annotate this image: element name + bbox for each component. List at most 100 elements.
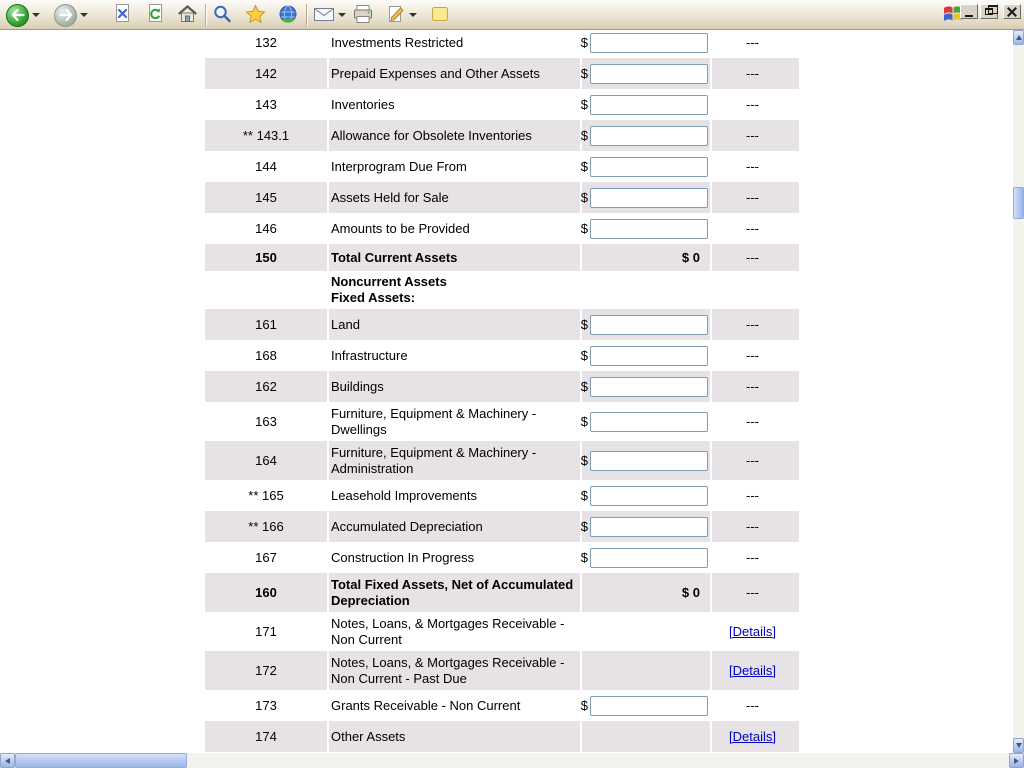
line-number: 171 bbox=[205, 612, 327, 651]
amount-input-173[interactable] bbox=[590, 696, 708, 716]
line-number: 142 bbox=[205, 58, 327, 89]
table-row-132: 132Investments Restricted$--- bbox=[205, 30, 799, 58]
amount-input-162[interactable] bbox=[590, 377, 708, 397]
dashes: --- bbox=[746, 519, 759, 534]
horizontal-scrollbar[interactable] bbox=[0, 753, 1024, 768]
back-dropdown-icon[interactable] bbox=[32, 13, 40, 17]
mail-button[interactable] bbox=[313, 3, 346, 27]
edit-button[interactable] bbox=[386, 3, 417, 27]
back-button[interactable] bbox=[6, 3, 40, 27]
line-number: ** 143.1 bbox=[205, 120, 327, 151]
details-link-171[interactable]: [Details] bbox=[729, 624, 776, 639]
value-cell: $ bbox=[580, 120, 710, 151]
amount-input-161[interactable] bbox=[590, 315, 708, 335]
details-link-174[interactable]: [Details] bbox=[729, 729, 776, 744]
amount-input-146[interactable] bbox=[590, 219, 708, 239]
tail-cell: --- bbox=[710, 244, 793, 271]
section-subheading: Fixed Assets: bbox=[331, 290, 415, 306]
value-cell: $ bbox=[580, 511, 710, 542]
amount-input-143.1[interactable] bbox=[590, 126, 708, 146]
amount-input-143[interactable] bbox=[590, 95, 708, 115]
table-row-144: 144Interprogram Due From$--- bbox=[205, 151, 799, 182]
vertical-scroll-thumb[interactable] bbox=[1013, 187, 1024, 219]
media-button[interactable] bbox=[278, 3, 298, 27]
minimize-button[interactable] bbox=[960, 4, 978, 19]
line-number: 144 bbox=[205, 151, 327, 182]
line-number: 162 bbox=[205, 371, 327, 402]
amount-input-166[interactable] bbox=[590, 517, 708, 537]
horizontal-scroll-thumb[interactable] bbox=[15, 753, 187, 768]
currency-symbol: $ bbox=[581, 379, 588, 394]
table-row-section: Noncurrent AssetsFixed Assets: bbox=[205, 271, 799, 309]
tail-cell: --- bbox=[710, 89, 793, 120]
tail-cell: --- bbox=[710, 511, 793, 542]
line-description: Land bbox=[327, 309, 580, 340]
details-link-172[interactable]: [Details] bbox=[729, 663, 776, 678]
amount-input-132[interactable] bbox=[590, 33, 708, 53]
home-button[interactable] bbox=[177, 3, 198, 27]
table-row-167: 167Construction In Progress$--- bbox=[205, 542, 799, 573]
line-description: Construction In Progress bbox=[327, 542, 580, 573]
value-cell: $ bbox=[580, 441, 710, 480]
forward-button[interactable] bbox=[54, 3, 88, 27]
restore-button[interactable] bbox=[980, 4, 998, 19]
tail-cell bbox=[710, 271, 793, 309]
line-number: 163 bbox=[205, 402, 327, 441]
amount-input-145[interactable] bbox=[590, 188, 708, 208]
amount-input-167[interactable] bbox=[590, 548, 708, 568]
vertical-scrollbar[interactable] bbox=[1013, 30, 1024, 753]
table-row-162: 162Buildings$--- bbox=[205, 371, 799, 402]
currency-symbol: $ bbox=[581, 453, 588, 468]
table-row-166: ** 166Accumulated Depreciation$--- bbox=[205, 511, 799, 542]
line-description: Investments Restricted bbox=[327, 30, 580, 58]
dashes: --- bbox=[746, 159, 759, 174]
forward-dropdown-icon[interactable] bbox=[80, 13, 88, 17]
value-cell: $ bbox=[580, 213, 710, 244]
print-icon bbox=[352, 4, 374, 27]
currency-symbol: $ bbox=[581, 348, 588, 363]
close-button[interactable] bbox=[1003, 4, 1021, 19]
refresh-button[interactable] bbox=[145, 3, 165, 27]
amount-input-164[interactable] bbox=[590, 451, 708, 471]
table-row-168: 168Infrastructure$--- bbox=[205, 340, 799, 371]
currency-symbol: $ bbox=[581, 488, 588, 503]
search-icon bbox=[212, 4, 232, 27]
amount-input-165[interactable] bbox=[590, 486, 708, 506]
favorites-button[interactable] bbox=[245, 3, 266, 27]
search-button[interactable] bbox=[212, 3, 232, 27]
scroll-right-button[interactable] bbox=[1009, 753, 1024, 768]
table-row-146: 146Amounts to be Provided$--- bbox=[205, 213, 799, 244]
table-row-172: 172Notes, Loans, & Mortgages Receivable … bbox=[205, 651, 799, 690]
amount-input-168[interactable] bbox=[590, 346, 708, 366]
value-cell bbox=[580, 271, 710, 309]
line-number: 160 bbox=[205, 573, 327, 612]
line-number: 164 bbox=[205, 441, 327, 480]
line-number: 132 bbox=[205, 30, 327, 58]
dashes: --- bbox=[746, 550, 759, 565]
tail-cell: --- bbox=[710, 371, 793, 402]
mail-dropdown-icon[interactable] bbox=[338, 13, 346, 17]
messenger-button[interactable] bbox=[430, 3, 450, 27]
browser-toolbar bbox=[0, 0, 1024, 30]
dashes: --- bbox=[746, 585, 759, 600]
scroll-up-button[interactable] bbox=[1013, 30, 1024, 45]
table-row-174: 174Other Assets[Details] bbox=[205, 721, 799, 752]
amount-input-163[interactable] bbox=[590, 412, 708, 432]
edit-dropdown-icon[interactable] bbox=[409, 13, 417, 17]
amount-input-142[interactable] bbox=[590, 64, 708, 84]
value-cell: $ bbox=[580, 402, 710, 441]
value-cell: $ bbox=[580, 89, 710, 120]
arrow-down-icon bbox=[1016, 743, 1022, 748]
value-cell: $ bbox=[580, 30, 710, 58]
page-content: 132Investments Restricted$---142Prepaid … bbox=[0, 30, 1013, 753]
line-number: ** 165 bbox=[205, 480, 327, 511]
amount-input-144[interactable] bbox=[590, 157, 708, 177]
line-description: Other Assets bbox=[327, 721, 580, 752]
arrow-up-icon bbox=[1016, 35, 1022, 40]
stop-icon bbox=[112, 3, 132, 27]
scroll-left-button[interactable] bbox=[0, 753, 15, 768]
scroll-down-button[interactable] bbox=[1013, 738, 1024, 753]
print-button[interactable] bbox=[352, 3, 374, 27]
stop-button[interactable] bbox=[112, 3, 132, 27]
table-row-145: 145Assets Held for Sale$--- bbox=[205, 182, 799, 213]
